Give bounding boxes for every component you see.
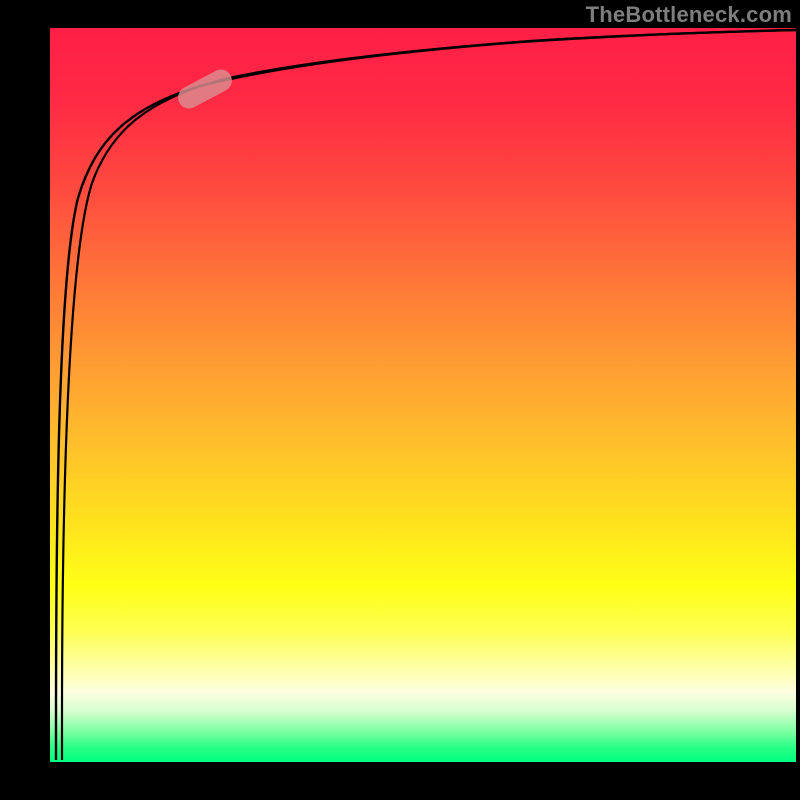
plot-area bbox=[50, 28, 796, 762]
chart-frame: TheBottleneck.com bbox=[0, 0, 800, 800]
watermark-text: TheBottleneck.com bbox=[586, 2, 792, 28]
curve-line bbox=[50, 28, 796, 762]
